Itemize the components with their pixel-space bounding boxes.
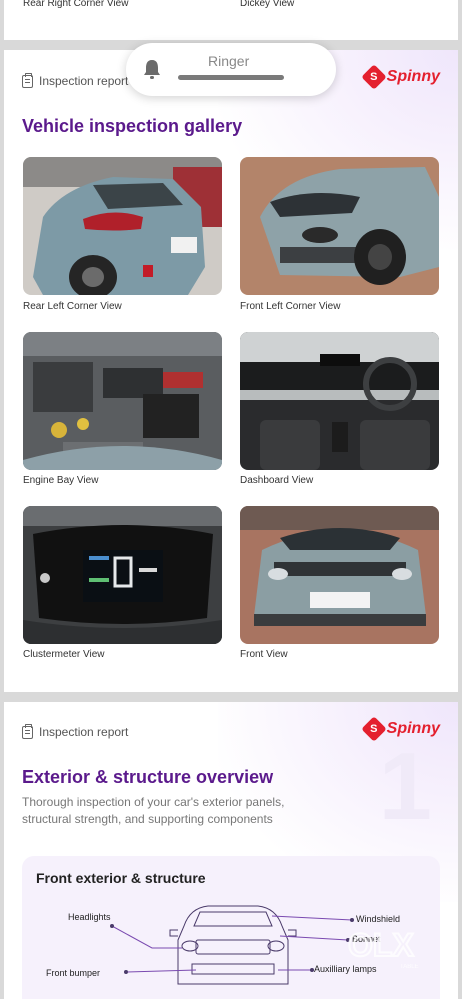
engine-bay-image[interactable] [23,332,222,470]
diagram-label-front-bumper: Front bumper [46,968,101,978]
front-left-corner-image[interactable] [240,157,439,295]
svg-text:OLX: OLX [348,927,414,963]
image-caption: Front View [240,649,288,660]
inspection-report-row: Inspection report [22,723,129,739]
svg-text:TABLE: TABLE [400,964,419,970]
ringer-volume-popup[interactable]: Ringer [126,43,336,96]
image-caption: Engine Bay View [23,475,99,486]
diagram-label-headlights: Headlights [68,912,111,922]
spinny-mark-icon: S [360,64,387,90]
image-caption: Dickey View [240,0,295,9]
image-caption: Dashboard View [240,475,314,486]
image-caption: Clustermeter View [23,649,105,660]
bell-icon[interactable] [142,58,162,80]
clipboard-icon [22,72,33,88]
front-view-image[interactable] [240,506,439,644]
diagram-label-windshield: Windshield [356,914,401,924]
inspection-report-row: Inspection report [22,72,129,88]
inspection-report-label: Inspection report [39,725,129,739]
spinny-logo: S Spinny [360,64,440,90]
previous-gallery-card: Rear Right Corner View Dickey View [4,0,458,40]
spinny-logo: S Spinny [360,716,440,742]
olx-watermark: OLX TABLE [347,926,419,970]
section-title: Exterior & structure overview [22,767,274,787]
rear-left-corner-image[interactable] [23,157,222,295]
ringer-volume-slider[interactable] [178,75,284,80]
dashboard-image[interactable] [240,332,439,470]
inspection-report-label: Inspection report [39,74,129,88]
section-title: Vehicle inspection gallery [22,116,243,136]
image-caption: Rear Left Corner View [23,301,122,312]
ringer-label: Ringer [208,53,250,69]
vehicle-inspection-gallery-card: Inspection report S Spinny Vehicle inspe… [4,50,458,692]
image-caption: Rear Right Corner View [23,0,129,9]
clipboard-icon [22,723,33,739]
spinny-mark-icon: S [360,716,387,742]
section-number: 1 [378,733,432,840]
clustermeter-image[interactable] [23,506,222,644]
image-caption: Front Left Corner View [240,301,341,312]
section-subtitle: Thorough inspection of your car's exteri… [22,795,285,826]
